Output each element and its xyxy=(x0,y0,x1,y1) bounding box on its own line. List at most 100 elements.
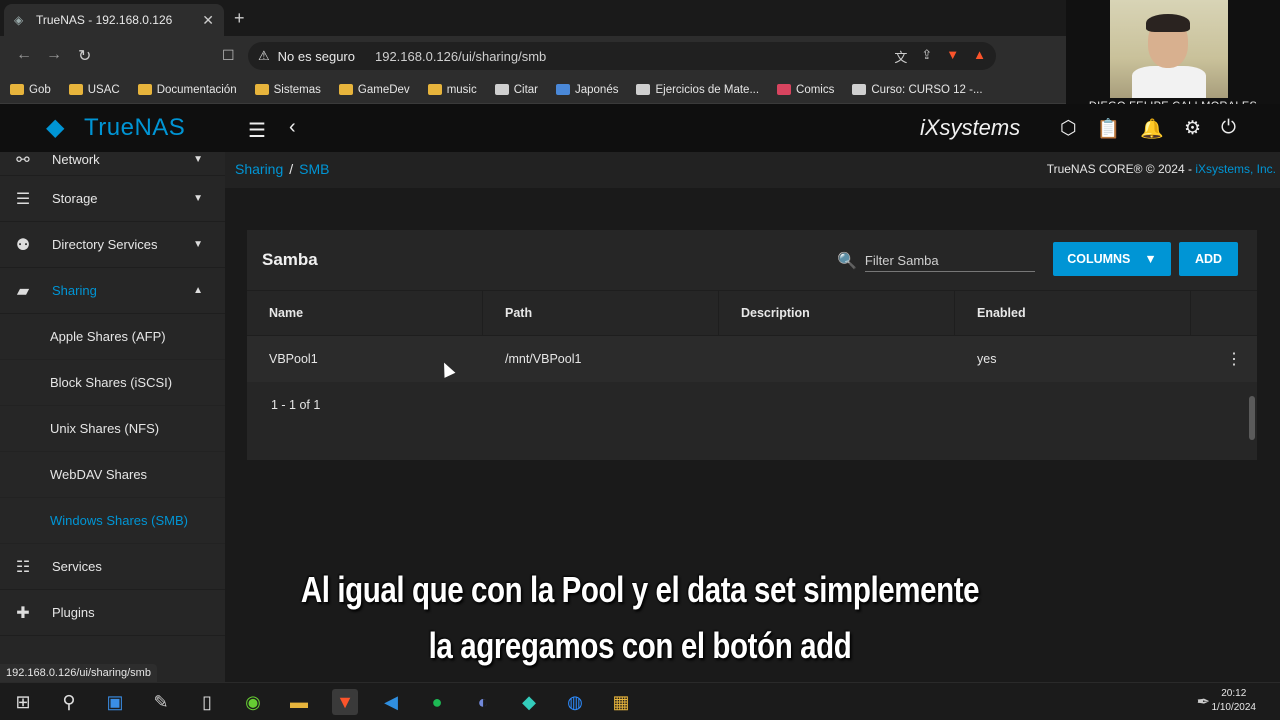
truecommand-icon[interactable]: ⬡ xyxy=(1060,117,1077,141)
bookmark-item[interactable]: Documentación xyxy=(137,84,237,96)
tab-close-icon[interactable]: ✕ xyxy=(202,12,214,29)
breadcrumb-sharing[interactable]: Sharing xyxy=(235,161,283,177)
caret-down-icon: ▼ xyxy=(193,239,203,250)
chevron-left-icon[interactable]: ‹ xyxy=(289,116,296,139)
app-header: ◆ TrueNAS ☰ ‹ iXsystems ⬡ 📋 🔔 ⚙ ⏻ xyxy=(0,104,1280,152)
folder-icon xyxy=(10,84,24,95)
power-icon[interactable]: ⏻ xyxy=(1221,117,1236,141)
security-label[interactable]: No es seguro xyxy=(278,49,355,64)
bookmark-item[interactable]: USAC xyxy=(68,84,120,96)
clipboard-icon[interactable]: 📋 xyxy=(1097,117,1121,141)
menu-icon[interactable]: ☰ xyxy=(248,118,266,143)
back-arrow-icon[interactable]: ← xyxy=(16,46,32,64)
table-header: Name Path Description Enabled xyxy=(247,290,1257,336)
caret-down-icon: ▼ xyxy=(1144,252,1157,266)
gear-icon[interactable]: ⚙ xyxy=(1184,117,1201,141)
bell-icon[interactable]: 🔔 xyxy=(1140,117,1164,141)
truenas-logo-icon: ◆ xyxy=(46,114,65,141)
share-icon[interactable]: ⇪ xyxy=(921,47,932,66)
bookmark-item[interactable]: Citar xyxy=(494,84,538,96)
scrollbar[interactable] xyxy=(1249,396,1255,440)
search-icon[interactable]: ⚲ xyxy=(56,689,82,715)
sidebar-subitem-smb[interactable]: Windows Shares (SMB) xyxy=(0,498,225,544)
folder-icon xyxy=(68,84,83,95)
bookmark-item[interactable]: GameDev xyxy=(338,84,410,96)
column-header-enabled[interactable]: Enabled xyxy=(955,291,1191,335)
copyright: TrueNAS CORE® © 2024 - iXsystems, Inc. xyxy=(1046,162,1276,176)
sidebar-item-storage[interactable]: ☰ Storage ▼ xyxy=(0,176,225,222)
caret-down-icon: ▼ xyxy=(193,154,203,165)
filter-input[interactable] xyxy=(864,250,1035,272)
address-bar[interactable]: ⚠ No es seguro 192.168.0.126/ui/sharing/… xyxy=(248,42,996,70)
ixsystems-link[interactable]: iXsystems, Inc. xyxy=(1195,162,1276,176)
sidebar-subitem-iscsi[interactable]: Block Shares (iSCSI) xyxy=(0,360,225,406)
bookmark-item[interactable]: Ejercicios de Mate... xyxy=(636,84,759,96)
bookmark-icon[interactable]: ☐ xyxy=(222,47,235,64)
sidebar-subitem-webdav[interactable]: WebDAV Shares xyxy=(0,452,225,498)
plugins-icon: ✚ xyxy=(16,604,30,622)
truenas-logo[interactable]: ◆ TrueNAS xyxy=(46,114,185,142)
bookmark-item[interactable]: music xyxy=(427,84,477,96)
forward-arrow-icon[interactable]: → xyxy=(46,46,62,64)
folder-icon xyxy=(137,84,152,95)
ixsystems-logo[interactable]: iXsystems xyxy=(920,115,1020,141)
visual-studio-icon[interactable]: ◆ xyxy=(516,689,542,715)
card-title: Samba xyxy=(262,250,318,269)
table-row[interactable]: VBPool1 /mnt/VBPool1 yes ⋮ xyxy=(247,336,1257,382)
cell-description xyxy=(719,336,955,382)
app-icon[interactable]: ▦ xyxy=(608,689,634,715)
store-icon[interactable]: ▣ xyxy=(102,689,128,715)
more-vert-icon[interactable]: ⋮ xyxy=(1191,336,1255,382)
inkscape-icon[interactable]: ✎ xyxy=(148,689,174,715)
cell-enabled: yes xyxy=(977,352,997,366)
system-clock[interactable]: 20:12 1/10/2024 xyxy=(1212,687,1257,715)
column-header-description[interactable]: Description xyxy=(719,291,955,335)
column-header-name[interactable]: Name xyxy=(247,291,483,335)
sharing-icon: ▰ xyxy=(16,282,30,300)
translate-icon[interactable]: 文 xyxy=(894,47,907,66)
video-subtitle: Al igual que con la Pool y el data set s… xyxy=(300,569,980,666)
bookmark-item[interactable]: Japonés xyxy=(556,84,618,96)
sidebar-item-sharing[interactable]: ▰ Sharing ▲ xyxy=(0,268,225,314)
brave-shield-icon[interactable]: ▼ xyxy=(946,47,959,66)
sidebar-subitem-afp[interactable]: Apple Shares (AFP) xyxy=(0,314,225,360)
file-explorer-icon[interactable]: ▬ xyxy=(286,689,312,715)
zoom-icon[interactable]: ◍ xyxy=(562,689,588,715)
sidebar-item-directory-services[interactable]: ⚉ Directory Services ▼ xyxy=(0,222,225,268)
browser-tab[interactable]: ◈ TrueNAS - 192.168.0.126 ✕ xyxy=(4,4,224,36)
brave-browser-icon[interactable]: ▼ xyxy=(332,689,358,715)
page-icon xyxy=(494,84,509,95)
notepad-icon[interactable]: ▯ xyxy=(194,689,220,715)
bookmark-item[interactable]: Gob xyxy=(10,84,51,96)
link-status-bar: 192.168.0.126/ui/sharing/smb xyxy=(0,664,157,682)
url-text[interactable]: 192.168.0.126/ui/sharing/smb xyxy=(375,49,546,64)
chrome-icon[interactable]: ◉ xyxy=(240,689,266,715)
sidebar-item-network[interactable]: ⚯ Network ▼ xyxy=(0,152,225,176)
vscode-icon[interactable]: ◀ xyxy=(378,689,404,715)
new-tab-icon[interactable]: + xyxy=(234,8,245,29)
bookmark-item[interactable]: Curso: CURSO 12 -... xyxy=(852,84,983,96)
add-button[interactable]: ADD xyxy=(1179,242,1238,276)
truenas-favicon-icon: ◈ xyxy=(14,13,24,27)
smb-table: Name Path Description Enabled VBPool1 /m… xyxy=(247,290,1257,428)
columns-button[interactable]: COLUMNS ▼ xyxy=(1053,242,1171,276)
folder-icon xyxy=(254,84,269,95)
column-header-path[interactable]: Path xyxy=(483,291,719,335)
m-letter-icon xyxy=(636,84,651,95)
warning-triangle-icon[interactable]: ⚠ xyxy=(258,48,270,64)
pen-icon[interactable]: ✒ xyxy=(1197,692,1210,712)
services-icon: ☷ xyxy=(15,558,31,576)
sidebar-subitem-nfs[interactable]: Unix Shares (NFS) xyxy=(0,406,225,452)
bookmark-item[interactable]: Comics xyxy=(777,84,834,96)
windows-start-icon[interactable]: ⊞ xyxy=(10,689,36,715)
directory-icon: ⚉ xyxy=(15,236,31,254)
spotify-icon[interactable]: ● xyxy=(424,689,450,715)
brave-rewards-icon[interactable]: ▲ xyxy=(973,47,986,66)
reload-icon[interactable]: ↻ xyxy=(78,46,91,66)
breadcrumb-smb[interactable]: SMB xyxy=(299,161,329,177)
webcam-overlay: DIEGO FELIPE CALI MORALES xyxy=(1066,0,1280,118)
samba-card: Samba 🔍 COLUMNS ▼ ADD Name Path Descript… xyxy=(247,230,1257,460)
discord-icon[interactable]: ◐ xyxy=(470,689,496,715)
bookmark-item[interactable]: Sistemas xyxy=(254,84,321,96)
caret-up-icon: ▲ xyxy=(193,285,203,296)
